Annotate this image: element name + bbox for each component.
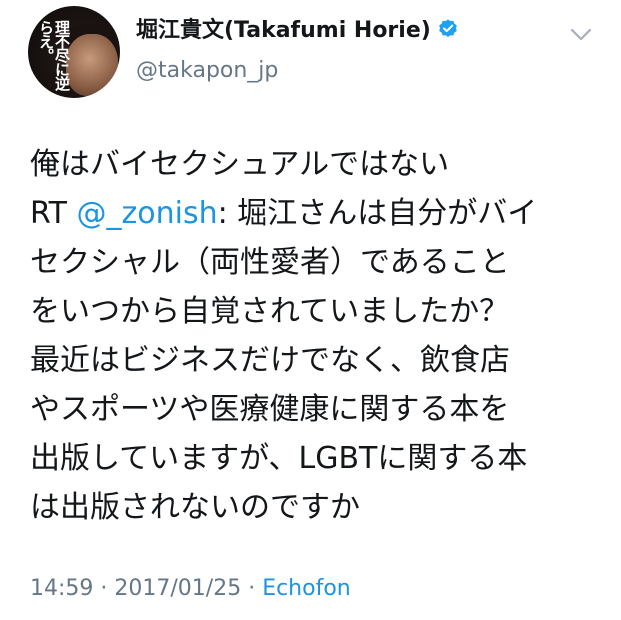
tweet-text-line: やスポーツや医療健康に関する本を bbox=[30, 392, 510, 427]
tweet-date[interactable]: 2017/01/25 bbox=[114, 576, 241, 601]
avatar-face bbox=[66, 34, 118, 96]
tweet-text-line: RT @_zonish: 堀江さんは自分がバイ bbox=[30, 189, 600, 238]
author-handle[interactable]: @takapon_jp bbox=[136, 56, 278, 86]
meta-separator: · bbox=[93, 576, 115, 601]
tweet-text-line: セクシャル（両性愛者）であること bbox=[30, 245, 510, 280]
author-name-text: 堀江貴文(Takafumi Horie) bbox=[136, 18, 431, 43]
avatar[interactable]: 理不尽に逆らえ。 bbox=[28, 6, 120, 98]
tweet-text-line: 最近はビジネスだけでなく、飲食店 bbox=[30, 343, 510, 378]
mention-link[interactable]: @_zonish bbox=[77, 196, 218, 231]
meta-separator: · bbox=[241, 576, 263, 601]
tweet-time[interactable]: 14:59 bbox=[30, 576, 93, 601]
tweet-text-line: をいつから自覚されていましたか？ bbox=[30, 294, 510, 329]
tweet-source-link[interactable]: Echofon bbox=[262, 576, 351, 601]
tweet-text-line: 出版していますが、LGBTに関する本 bbox=[30, 441, 528, 476]
tweet-card: 理不尽に逆らえ。 堀江貴文(Takafumi Horie) @takapon_j… bbox=[0, 0, 621, 620]
tweet-text: 俺はバイセクシュアルではない RT @_zonish: 堀江さんは自分がバイ セ… bbox=[30, 140, 600, 532]
avatar-cover-text: 理不尽に逆らえ。 bbox=[37, 20, 71, 90]
tweet-text-line: 俺はバイセクシュアルではない bbox=[30, 147, 450, 182]
author-display-name[interactable]: 堀江貴文(Takafumi Horie) bbox=[136, 16, 459, 46]
chevron-down-icon[interactable] bbox=[570, 28, 592, 42]
tweet-meta: 14:59 · 2017/01/25 · Echofon bbox=[30, 574, 351, 604]
retweet-prefix: RT bbox=[30, 196, 77, 231]
tweet-text-segment: : 堀江さんは自分がバイ bbox=[217, 196, 538, 231]
tweet-text-line: は出版されないのですか bbox=[30, 490, 360, 525]
verified-badge-icon bbox=[439, 19, 457, 37]
